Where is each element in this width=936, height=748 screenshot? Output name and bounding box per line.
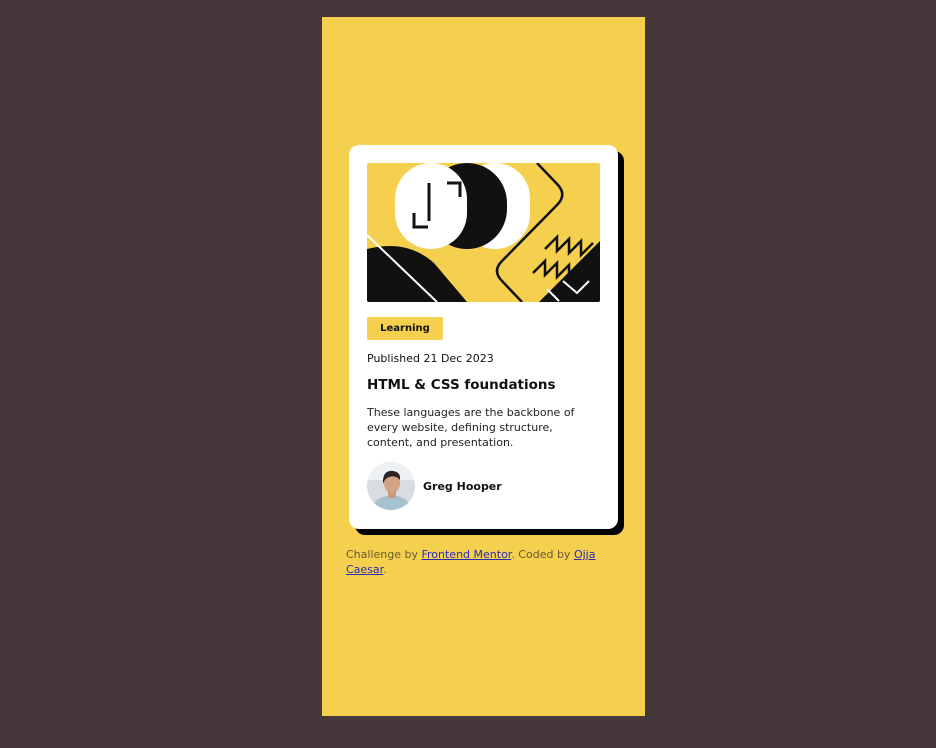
author-name: Greg Hooper [423,479,502,493]
page-viewport: Learning Published 21 Dec 2023 HTML & CS… [322,17,645,716]
attribution-middle: . Coded by [511,548,574,561]
author-block: Greg Hooper [367,462,600,510]
attribution-prefix: Challenge by [346,548,422,561]
author-avatar [367,462,415,510]
frontend-mentor-link[interactable]: Frontend Mentor [421,548,511,561]
publish-date: Published 21 Dec 2023 [367,352,494,365]
hero-illustration [367,163,600,302]
card-description: These languages are the backbone of ever… [367,406,575,449]
attribution-suffix: . [383,563,387,576]
card-title[interactable]: HTML & CSS foundations [367,377,600,393]
category-tag: Learning [367,317,443,340]
blog-preview-card: Learning Published 21 Dec 2023 HTML & CS… [349,145,618,529]
attribution: Challenge by Frontend Mentor. Coded by O… [346,547,616,577]
